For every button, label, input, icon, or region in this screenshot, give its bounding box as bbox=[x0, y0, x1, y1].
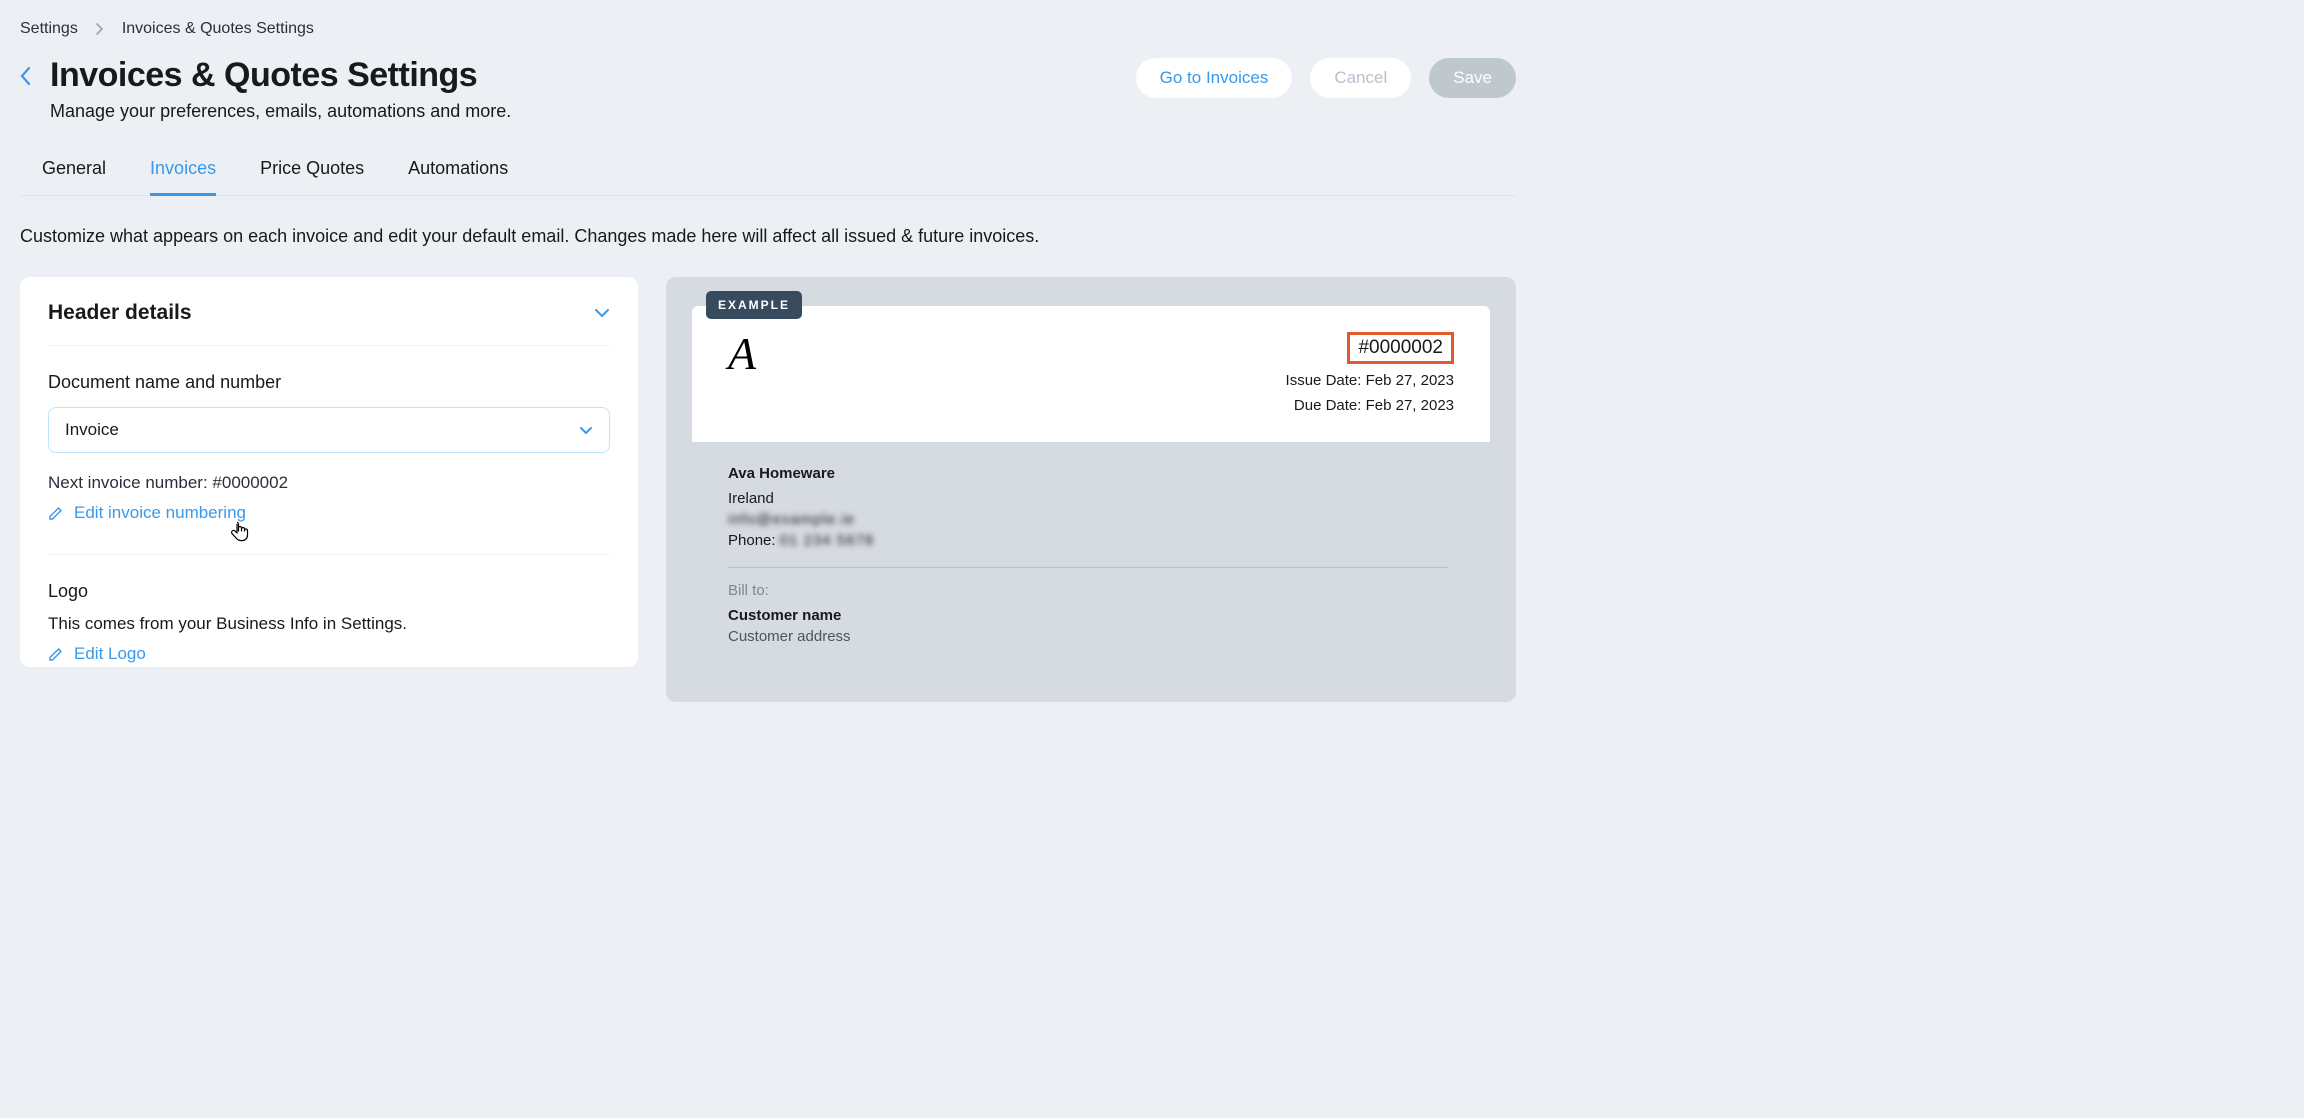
phone-label: Phone: bbox=[728, 532, 776, 549]
bill-to-label: Bill to: bbox=[728, 582, 1454, 599]
breadcrumb-root[interactable]: Settings bbox=[20, 20, 78, 38]
edit-logo-label: Edit Logo bbox=[74, 644, 146, 664]
issue-date: Issue Date: Feb 27, 2023 bbox=[1286, 372, 1454, 389]
invoice-preview-panel: EXAMPLE A #0000002 Issue Date: Feb 27, 2… bbox=[666, 277, 1516, 702]
edit-numbering-label: Edit invoice numbering bbox=[74, 503, 246, 523]
chevron-down-icon[interactable] bbox=[594, 308, 610, 318]
page-title: Invoices & Quotes Settings bbox=[50, 56, 511, 95]
chevron-down-icon bbox=[579, 426, 593, 435]
tab-description: Customize what appears on each invoice a… bbox=[20, 226, 1516, 247]
card-title: Header details bbox=[48, 301, 192, 325]
header-details-card: Header details Document name and number … bbox=[20, 277, 638, 667]
business-logo: A bbox=[728, 332, 756, 373]
doc-name-number-label: Document name and number bbox=[48, 372, 610, 393]
customer-name: Customer name bbox=[728, 607, 1454, 624]
business-country: Ireland bbox=[728, 490, 1454, 507]
tab-general[interactable]: General bbox=[42, 158, 106, 195]
breadcrumb-current: Invoices & Quotes Settings bbox=[122, 20, 314, 38]
back-button[interactable] bbox=[20, 56, 32, 86]
cancel-button[interactable]: Cancel bbox=[1310, 58, 1411, 98]
due-date: Due Date: Feb 27, 2023 bbox=[1286, 397, 1454, 414]
breadcrumb: Settings Invoices & Quotes Settings bbox=[20, 16, 1516, 56]
page-subtitle: Manage your preferences, emails, automat… bbox=[50, 101, 511, 122]
select-value: Invoice bbox=[65, 420, 119, 440]
pencil-icon bbox=[48, 646, 64, 662]
go-to-invoices-button[interactable]: Go to Invoices bbox=[1136, 58, 1293, 98]
business-phone: 01 234 5678 bbox=[780, 532, 874, 549]
tab-automations[interactable]: Automations bbox=[408, 158, 508, 195]
cursor-hand-icon bbox=[228, 521, 252, 545]
tabs: General Invoices Price Quotes Automation… bbox=[20, 158, 1516, 196]
edit-logo-link[interactable]: Edit Logo bbox=[48, 644, 146, 664]
tab-price-quotes[interactable]: Price Quotes bbox=[260, 158, 364, 195]
chevron-right-icon bbox=[96, 23, 104, 35]
pencil-icon bbox=[48, 505, 64, 521]
edit-invoice-numbering-link[interactable]: Edit invoice numbering bbox=[48, 503, 246, 523]
document-name-select[interactable]: Invoice bbox=[48, 407, 610, 453]
tab-invoices[interactable]: Invoices bbox=[150, 158, 216, 196]
next-invoice-number: Next invoice number: #0000002 bbox=[48, 473, 610, 493]
customer-address: Customer address bbox=[728, 628, 1454, 645]
logo-section-label: Logo bbox=[48, 581, 610, 602]
save-button[interactable]: Save bbox=[1429, 58, 1516, 98]
invoice-number-highlight: #0000002 bbox=[1347, 332, 1454, 364]
business-name: Ava Homeware bbox=[728, 465, 1454, 482]
logo-hint: This comes from your Business Info in Se… bbox=[48, 614, 610, 634]
example-badge: EXAMPLE bbox=[706, 291, 802, 319]
business-email: info@example.ie bbox=[728, 511, 855, 528]
